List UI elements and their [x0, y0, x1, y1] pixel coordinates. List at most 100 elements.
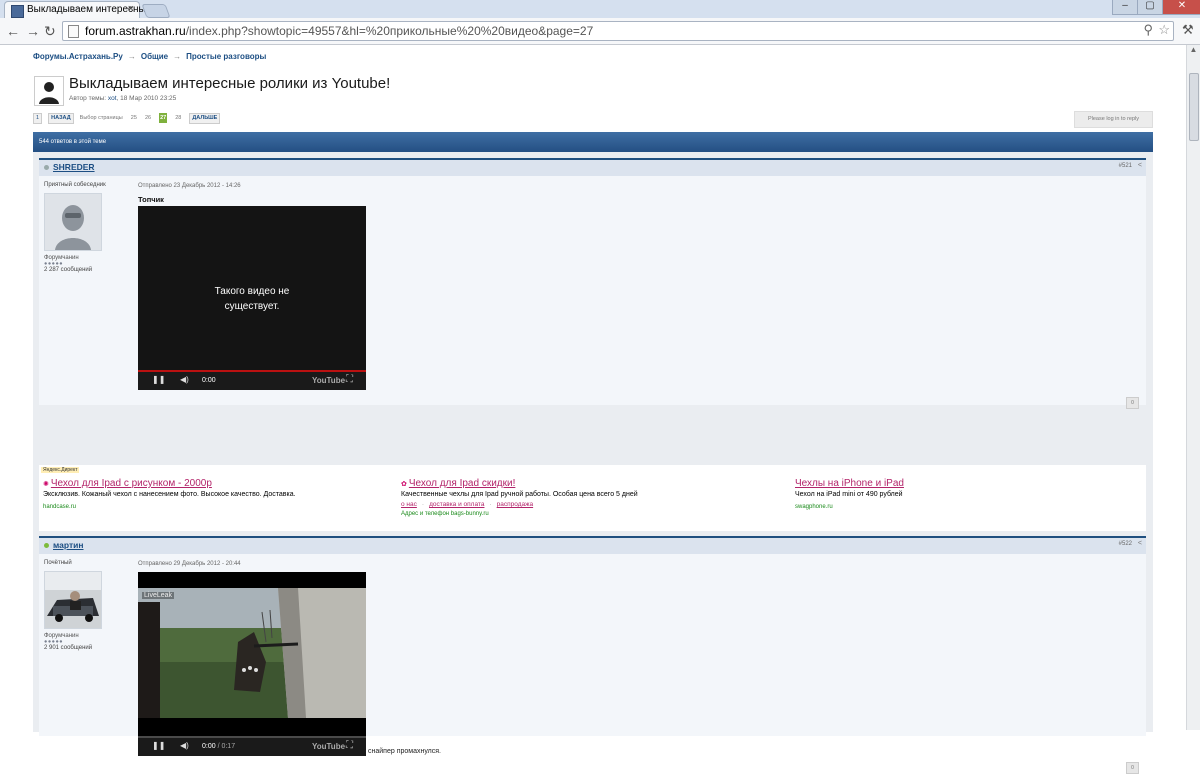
- ad-title-link[interactable]: ✿ Чехол для Ipad скидки!: [401, 478, 638, 489]
- user-avatar[interactable]: [44, 193, 102, 251]
- ad-title-link[interactable]: Чехлы на iPhone и iPad: [795, 478, 904, 489]
- url-host: forum.astrakhan.ru: [85, 24, 186, 38]
- ad-sitelink[interactable]: распродажа: [497, 501, 533, 508]
- breadcrumb-general[interactable]: Общие: [141, 52, 168, 61]
- post-rating-button[interactable]: 0: [1126, 397, 1139, 409]
- fullscreen-icon[interactable]: ⛶: [346, 374, 353, 385]
- ad-sitelink[interactable]: доставка и оплата: [429, 501, 484, 508]
- video-screen[interactable]: LiveLeak: [138, 572, 366, 736]
- post-header: мартин #522 <: [39, 536, 1146, 554]
- page-link[interactable]: 28: [175, 113, 181, 124]
- ad-title-text: Чехол для Ipad с рисунком - 2000р: [50, 478, 212, 489]
- post-date: Отправлено 23 Декабрь 2012 - 14:26: [138, 183, 241, 189]
- post-date: Отправлено 29 Декабрь 2012 - 20:44: [138, 561, 241, 567]
- reload-icon[interactable]: ↻: [44, 23, 56, 40]
- play-pause-icon[interactable]: ❚❚: [152, 375, 165, 384]
- ad-item: ✿ Чехол для Ipad скидки! Качественные чех…: [401, 478, 638, 517]
- post-rating-button[interactable]: 0: [1126, 762, 1139, 774]
- user-info: Почётный Форумчанин ●●●●● 2 901 сообщени…: [44, 560, 124, 651]
- ad-sitelink[interactable]: о нас: [401, 501, 417, 508]
- url-path: /index.php?showtopic=49557&hl=%20приколь…: [185, 24, 594, 38]
- page-icon: [68, 25, 79, 38]
- ad-sun-icon: ✺: [43, 481, 49, 488]
- search-icon[interactable]: ⚲: [1143, 22, 1153, 38]
- page-current: 27: [159, 113, 168, 123]
- post-author-link[interactable]: мартин: [53, 540, 84, 550]
- fullscreen-icon[interactable]: ⛶: [346, 740, 353, 751]
- youtube-logo[interactable]: YouTube: [312, 742, 345, 751]
- forward-icon[interactable]: →: [26, 23, 40, 39]
- post-number-link[interactable]: #521: [1119, 163, 1132, 169]
- ad-domain[interactable]: handcase.ru: [43, 504, 296, 510]
- scrollbar-thumb[interactable]: [1189, 73, 1199, 141]
- login-to-reply-button[interactable]: Please log in to reply: [1074, 111, 1153, 128]
- page-first-button[interactable]: 1: [33, 113, 43, 124]
- pagination: 1 НАЗАД Выбор страницы 25 26 27 28 ДАЛЬШ…: [33, 113, 223, 124]
- post-text: Топчик: [138, 195, 164, 204]
- video-controls: ❚❚ ◀) 0:00 YouTube ⛶: [138, 372, 366, 390]
- tab-close-icon[interactable]: ×: [128, 3, 134, 15]
- youtube-logo[interactable]: YouTube: [312, 376, 345, 385]
- scroll-up-icon[interactable]: ▲: [1187, 45, 1200, 58]
- ad-sitelink-separator: ·: [489, 501, 492, 508]
- page-scrollbar[interactable]: ▲: [1186, 45, 1200, 730]
- back-icon[interactable]: ←: [6, 23, 20, 39]
- browser-tab[interactable]: Выкладываем интересные ×: [4, 1, 151, 19]
- topic-title: Выкладываем интересные ролики из Youtube…: [69, 75, 391, 92]
- page-select-link[interactable]: Выбор страницы: [80, 113, 123, 124]
- ad-description: Чехол на iPad mini от 490 рублей: [795, 491, 903, 498]
- video-screen[interactable]: Такого видео не существует.: [138, 206, 366, 370]
- page-link[interactable]: 25: [131, 113, 137, 124]
- video-time: 0:00 / 0:17: [202, 743, 235, 750]
- post-author-link[interactable]: SHREDER: [53, 162, 95, 172]
- youtube-player[interactable]: Такого видео не существует. ❚❚ ◀) 0:00 Y…: [138, 206, 366, 390]
- volume-icon[interactable]: ◀): [180, 375, 189, 384]
- video-unavailable-message: Такого видео не существует.: [138, 284, 366, 314]
- breadcrumb: Форумы.Астрахань.Ру → Общие → Простые разгов…: [33, 52, 266, 61]
- favicon-icon: [11, 5, 24, 18]
- youtube-player[interactable]: LiveLeak ❚❚ ◀) 0:00 / 0:17 YouTube ⛶: [138, 572, 366, 756]
- wrench-icon[interactable]: ⚒: [1182, 22, 1196, 37]
- ad-domain[interactable]: swagphone.ru: [795, 504, 904, 510]
- new-tab-button[interactable]: [141, 4, 171, 18]
- ad-title-link[interactable]: ✺ Чехол для Ipad с рисунком - 2000р: [43, 478, 296, 489]
- user-post-count: 2 901 сообщений: [44, 645, 93, 651]
- address-bar[interactable]: forum.astrakhan.ru/index.php?showtopic=4…: [62, 21, 1174, 41]
- page-next-button[interactable]: ДАЛЬШЕ: [189, 113, 221, 124]
- user-avatar[interactable]: [44, 571, 102, 629]
- page-prev-button[interactable]: НАЗАД: [48, 113, 74, 124]
- user-title: Приятный собеседник: [44, 182, 106, 188]
- play-pause-icon[interactable]: ❚❚: [152, 741, 165, 750]
- post: SHREDER #521 < Приятный собеседник Форум…: [39, 158, 1146, 409]
- topic-meta: Автор темы: xot, 18 Мар 2010 23:25: [69, 95, 176, 102]
- post-number-link[interactable]: #522: [1119, 541, 1132, 547]
- ad-domain[interactable]: Адрес и телефон bags-bunny.ru: [401, 511, 638, 517]
- topic-author-link[interactable]: xot: [108, 95, 117, 102]
- ad-description: Эксклюзив. Кожаный чехол с нанесением фо…: [43, 491, 296, 498]
- breadcrumb-simple-talk[interactable]: Простые разговоры: [186, 52, 266, 61]
- posts-area: SHREDER #521 < Приятный собеседник Форум…: [33, 152, 1153, 774]
- topic-meta-prefix: Автор темы:: [69, 95, 108, 102]
- topic-author-avatar[interactable]: [34, 76, 64, 106]
- page-link[interactable]: 26: [145, 113, 151, 124]
- topic-meta-date: , 18 Мар 2010 23:25: [116, 95, 177, 102]
- url-text[interactable]: forum.astrakhan.ru/index.php?showtopic=4…: [85, 24, 593, 38]
- ad-description: Качественные чехлы для Ipad ручной работ…: [401, 491, 638, 498]
- volume-icon[interactable]: ◀): [180, 741, 189, 750]
- breadcrumb-separator: →: [173, 52, 182, 61]
- maximize-button[interactable]: ▢: [1137, 0, 1163, 15]
- ad-item: ✺ Чехол для Ipad с рисунком - 2000р Экскл…: [43, 478, 296, 510]
- share-icon[interactable]: <: [1138, 540, 1142, 547]
- offline-status-icon: [44, 165, 49, 170]
- close-window-button[interactable]: ✕: [1162, 0, 1200, 15]
- bookmark-star-icon[interactable]: ☆: [1158, 22, 1170, 38]
- post-text: снайпер промахнулся.: [368, 748, 442, 755]
- video-total-time: / 0:17: [215, 743, 236, 750]
- breadcrumb-forums[interactable]: Форумы.Астрахань.Ру: [33, 52, 123, 61]
- video-current-time: 0:00: [202, 743, 216, 750]
- ads-label[interactable]: Яндекс.Директ: [41, 467, 80, 473]
- minimize-button[interactable]: –: [1112, 0, 1138, 15]
- breadcrumb-separator: →: [127, 52, 136, 61]
- post: мартин #522 < Почётный Форумчанин ●●●●● …: [39, 536, 1146, 774]
- share-icon[interactable]: <: [1138, 162, 1142, 169]
